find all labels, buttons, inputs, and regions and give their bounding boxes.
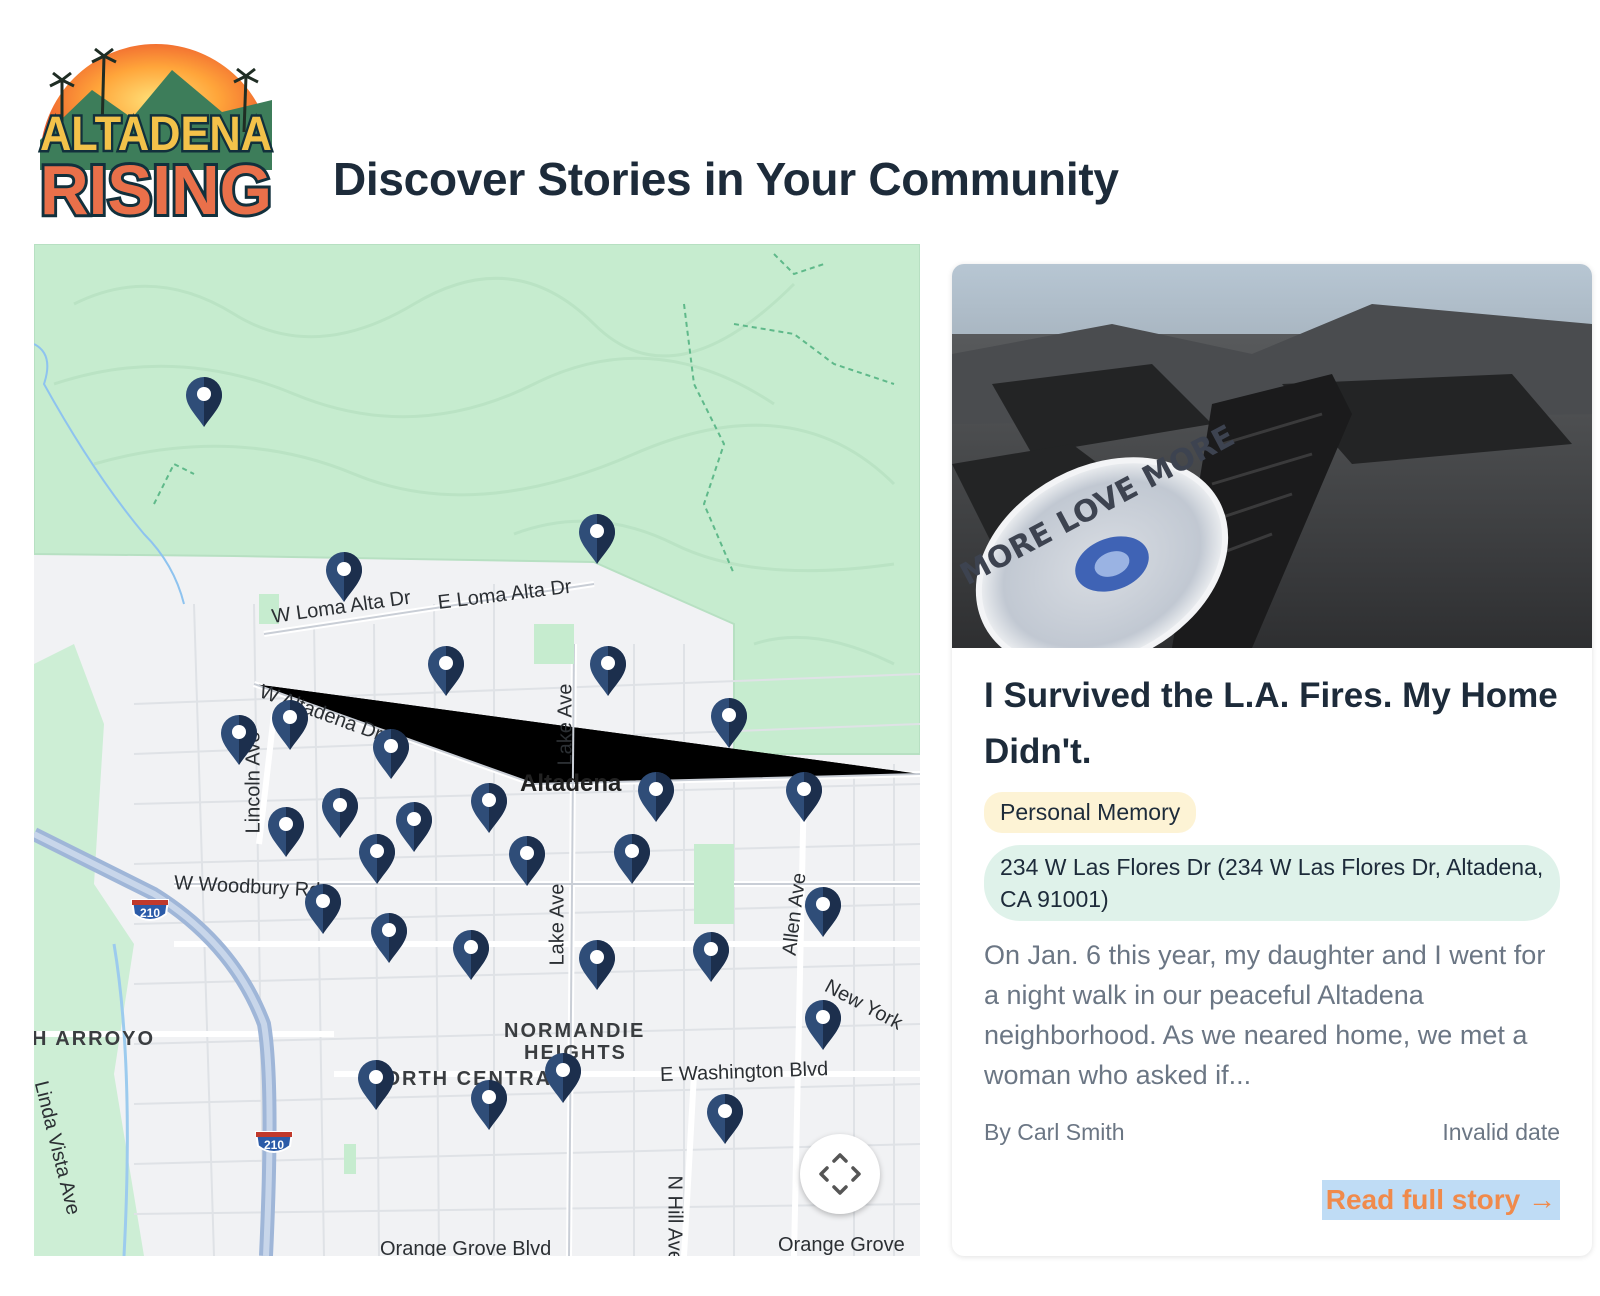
story-pin[interactable] [507,834,547,888]
story-pin[interactable] [803,885,843,939]
story-meta: By Carl Smith Invalid date [984,1119,1560,1146]
fullscreen-icon [819,1153,861,1195]
category-badge: Personal Memory [984,792,1197,833]
map-pin-icon [805,1000,841,1050]
map-pin-icon [509,836,545,886]
logo-text-rising: RISING [40,151,272,228]
map-pin-icon [545,1053,581,1103]
map-pin-icon [396,802,432,852]
read-full-story-link[interactable]: Read full story → [1321,1180,1560,1220]
fullscreen-button[interactable] [800,1134,880,1214]
map-pin-icon [590,646,626,696]
map-pin-icon [322,788,358,838]
story-pin[interactable] [357,832,397,886]
label-lake-ave-s: Lake Ave [546,883,569,966]
story-card[interactable]: MORE LOVE MORE I Survived the L.A. Fires… [952,264,1592,1256]
story-pin[interactable] [543,1051,583,1105]
map-pin-icon [579,514,615,564]
map-pin-icon [638,772,674,822]
map-pin-icon [186,377,222,427]
label-normandie: NORMANDIE [504,1020,646,1042]
story-map[interactable]: W Loma Alta Dr E Loma Alta Dr W Altadena… [34,244,920,1256]
story-pin[interactable] [369,911,409,965]
story-pin[interactable] [469,781,509,835]
story-photo: MORE LOVE MORE [952,264,1592,648]
story-pin[interactable] [320,786,360,840]
story-excerpt: On Jan. 6 this year, my daughter and I w… [984,940,1546,1090]
map-pin-icon [221,715,257,765]
story-pin[interactable] [451,928,491,982]
map-pin-icon [693,932,729,982]
map-pin-icon [711,698,747,748]
story-pin[interactable] [394,800,434,854]
map-pin-icon [786,772,822,822]
map-pin-icon [579,940,615,990]
label-h-arroyo: H ARROYO [34,1028,156,1050]
map-pin-icon [268,807,304,857]
map-pin-icon [805,887,841,937]
story-card-body: I Survived the L.A. Fires. My Home Didn'… [984,664,1560,1146]
story-pin[interactable] [588,644,628,698]
story-pin[interactable] [324,550,364,604]
map-pin-icon [272,700,308,750]
page-title: Discover Stories in Your Community [333,153,1119,205]
story-author: By Carl Smith [984,1119,1125,1145]
story-pin[interactable] [612,832,652,886]
story-pin[interactable] [803,998,843,1052]
story-pin[interactable] [691,930,731,984]
story-pin[interactable] [636,770,676,824]
map-pin-icon [371,913,407,963]
map-pin-icon [471,783,507,833]
story-pin[interactable] [577,512,617,566]
map-pin-icon [428,646,464,696]
story-pin[interactable] [469,1078,509,1132]
address-badge: 234 W Las Flores Dr (234 W Las Flores Dr… [984,845,1560,921]
story-pin[interactable] [270,698,310,752]
map-pin-icon [614,834,650,884]
map-pin-icon [359,834,395,884]
label-lake-ave-n: Lake Ave [554,683,577,766]
story-pin[interactable] [709,696,749,750]
story-pin[interactable] [356,1058,396,1112]
map-pin-icon [373,729,409,779]
label-north-central: NORTH CENTRAL [368,1068,567,1090]
svg-text:210: 210 [140,906,160,920]
label-orange-grove-2: Orange Grove [778,1234,905,1256]
label-n-hill: N Hill Ave [663,1175,686,1257]
map-pin-icon [358,1060,394,1110]
story-pin[interactable] [705,1092,745,1146]
story-pin[interactable] [266,805,306,859]
story-pin[interactable] [577,938,617,992]
interstate-210-shield: 210 [130,899,170,921]
story-pin[interactable] [184,375,224,429]
story-pin[interactable] [303,882,343,936]
map-pin-icon [471,1080,507,1130]
altadena-rising-logo[interactable]: ALTADENA RISING [32,20,280,232]
map-pin-icon [326,552,362,602]
label-altadena: Altadena [520,770,622,797]
story-pin[interactable] [426,644,466,698]
story-pin[interactable] [784,770,824,824]
label-orange-grove-1: Orange Grove Blvd [380,1238,552,1256]
interstate-210-shield-south: 210 [254,1131,294,1153]
svg-text:210: 210 [264,1138,284,1152]
map-pin-icon [305,884,341,934]
map-pin-icon [453,930,489,980]
story-title[interactable]: I Survived the L.A. Fires. My Home Didn'… [984,668,1560,780]
story-pin[interactable] [371,727,411,781]
story-pin[interactable] [219,713,259,767]
map-pin-icon [707,1094,743,1144]
story-date: Invalid date [1442,1119,1560,1145]
